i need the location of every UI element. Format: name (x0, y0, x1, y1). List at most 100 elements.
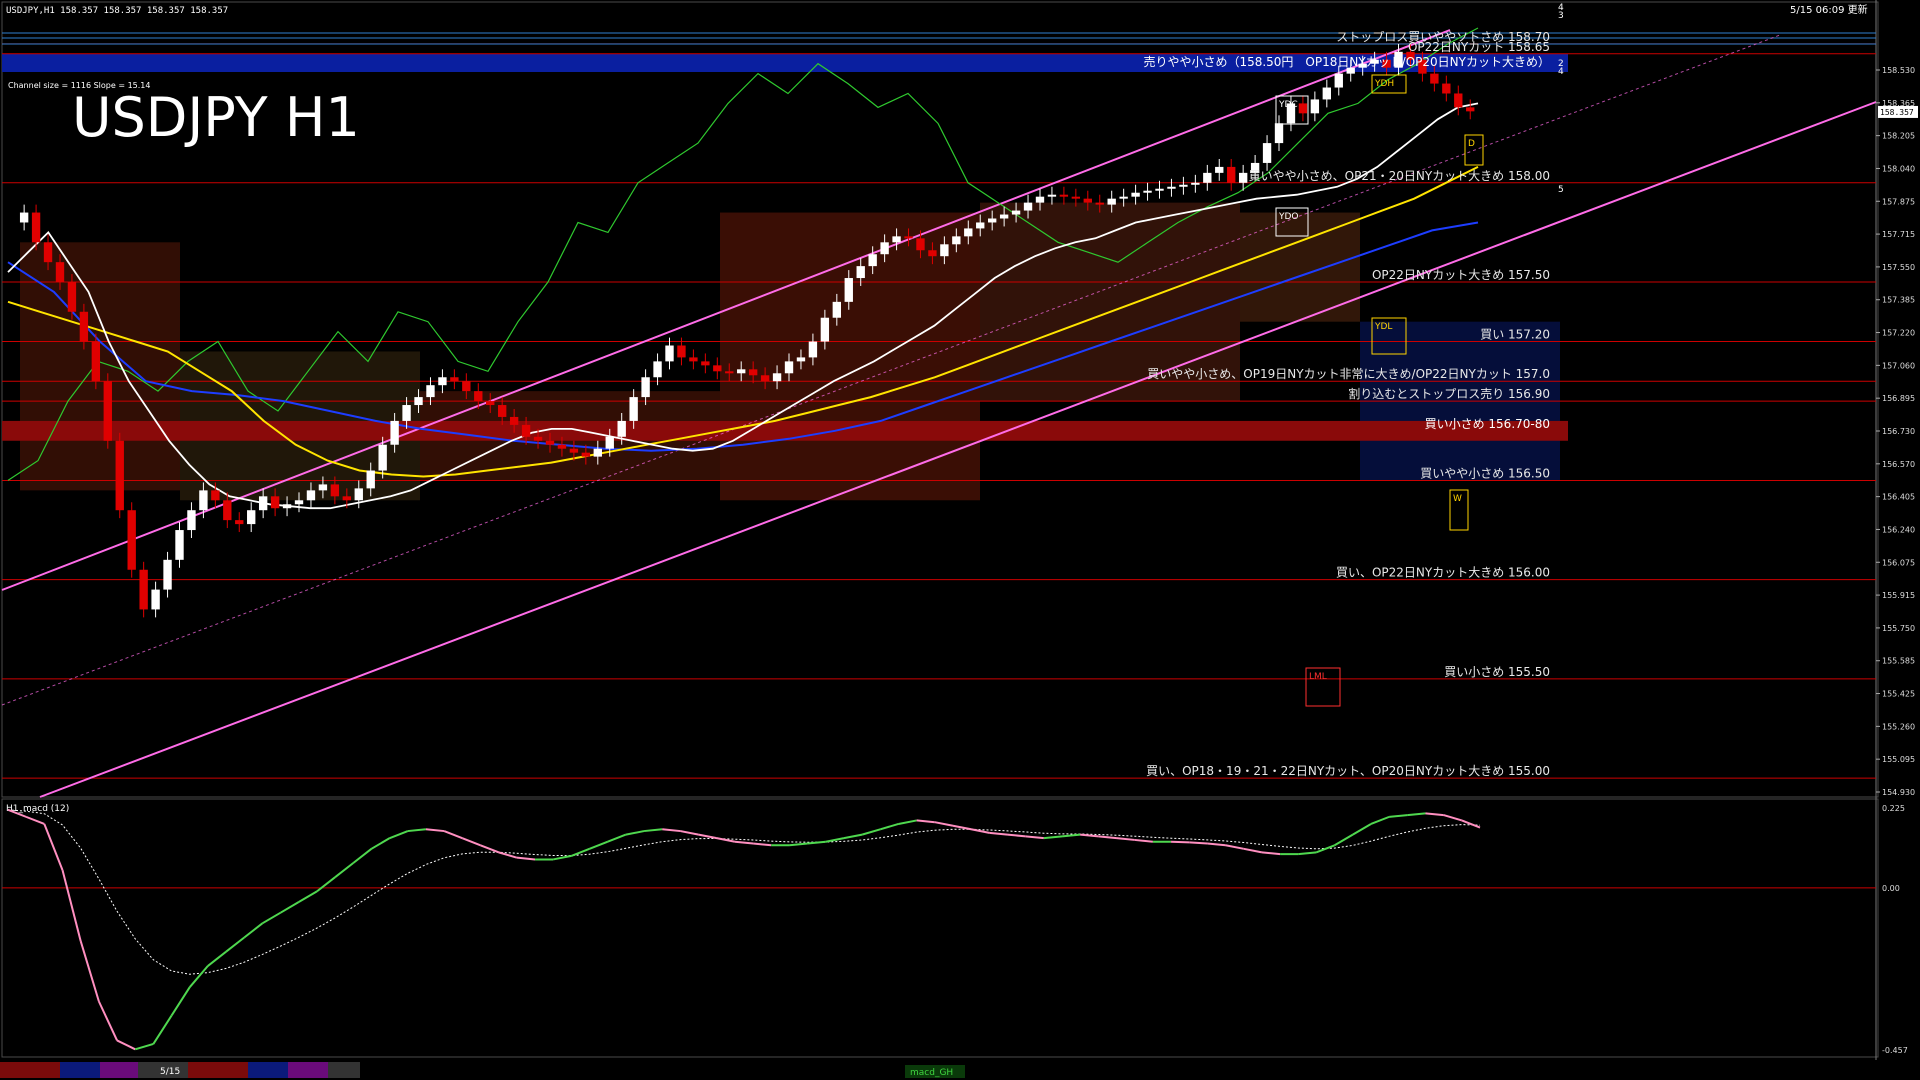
candle-body (139, 569, 148, 610)
candle-body (748, 369, 758, 376)
candle-body (976, 222, 985, 229)
candle-body (844, 278, 853, 302)
candle-body (402, 405, 411, 421)
candle-body (151, 589, 160, 610)
marker-label-ydl: YDL (1374, 322, 1392, 332)
level-label: OP22日NYカット 158.65 (1408, 40, 1550, 54)
candle-body (964, 228, 973, 237)
candle-body (486, 401, 495, 406)
candle-body (1167, 186, 1176, 189)
candle-body (1011, 210, 1021, 215)
level-label: 買いやや小さめ、OP21・20日NYカット大きめ 158.00 (1249, 169, 1550, 183)
candle-body (318, 484, 328, 491)
candle-body (916, 238, 925, 251)
candle-body (1119, 196, 1128, 199)
level-label: 買い小さめ 156.70-80 (1425, 417, 1550, 431)
macd-segment (1171, 840, 1190, 844)
level-label: OP22日NYカット大きめ 157.50 (1372, 268, 1550, 282)
candle-body (880, 242, 889, 255)
candle-body (856, 266, 865, 279)
indicator-tab[interactable]: macd_GH (910, 1068, 953, 1078)
channel-number: 3 (1558, 11, 1564, 21)
candle-body (390, 420, 399, 445)
candle-body (653, 361, 662, 378)
candle-body (689, 357, 698, 362)
candle-body (1262, 143, 1272, 163)
candle-body (784, 361, 794, 374)
candle-body (808, 341, 818, 358)
candle-body (605, 436, 614, 449)
candle-body (211, 490, 220, 501)
price-tick-label: 155.915 (1882, 591, 1915, 600)
price-tick-label: 156.730 (1882, 427, 1915, 436)
price-tick-label: 155.425 (1882, 690, 1915, 699)
candle-body (366, 470, 375, 489)
candle-body (1131, 192, 1140, 197)
candle-body (677, 345, 686, 358)
price-tick-label: 158.040 (1882, 164, 1915, 173)
candle-body (330, 484, 340, 497)
candle-body (701, 361, 710, 366)
candle-body (1095, 202, 1104, 205)
level-label: 買い、OP22日NYカット大きめ 156.00 (1336, 566, 1550, 580)
candle-body (1227, 166, 1236, 183)
candle-body (187, 510, 196, 531)
candle-body (31, 212, 41, 243)
price-tick-label: 157.550 (1882, 263, 1915, 272)
candle-body (378, 444, 387, 471)
candle-body (641, 377, 650, 398)
chart-canvas: YDCYDHYDOYDLDWLML ストップロス買いややソトさめ 158.70O… (0, 0, 1920, 1080)
candle-body (581, 452, 591, 457)
candle-body (665, 345, 674, 362)
marker-label-lml: LML (1309, 672, 1327, 682)
marker-label-ydo: YDO (1278, 212, 1299, 222)
level-label: 買い、OP18・19・21・22日NYカット、OP20日NYカット大きめ 155… (1146, 764, 1550, 778)
candle-body (19, 212, 29, 223)
candle-body (832, 301, 841, 318)
level-label: 売りやや小さめ（158.50円 OP18日NYカット/OP20日NYカット大きめ… (1143, 54, 1550, 69)
macd-tick-label: 0.225 (1882, 804, 1905, 813)
candle-body (474, 391, 483, 402)
candle-body (999, 214, 1009, 219)
candle-body (545, 440, 555, 445)
candle-body (737, 369, 746, 374)
candle-body (43, 242, 53, 263)
candle-body (557, 444, 567, 449)
price-tick-label: 156.570 (1882, 460, 1915, 469)
candle-body (450, 377, 459, 382)
candle-body (533, 436, 543, 441)
candle-body (235, 520, 244, 525)
cloud-segment (1240, 212, 1360, 322)
candle-body (940, 244, 949, 257)
price-tick-label: 157.875 (1882, 197, 1915, 206)
level-label: 買い 157.20 (1480, 328, 1550, 342)
level-label: 割り込むとストップロス売り 156.90 (1348, 386, 1550, 401)
marker-label-ydh: YDH (1374, 79, 1394, 89)
candle-body (1203, 172, 1212, 183)
candle-body (1191, 182, 1200, 185)
candle-body (270, 496, 280, 509)
price-tick-label: 157.715 (1882, 230, 1915, 239)
candle-body (1035, 196, 1045, 203)
candle-body (725, 371, 734, 374)
candle-body (988, 218, 997, 223)
candle-body (1430, 73, 1439, 84)
candle-body (163, 559, 172, 590)
candle-body (1047, 194, 1057, 197)
candle-body (1238, 172, 1248, 183)
candle-body (820, 317, 830, 342)
current-price-value: 158.357 (1880, 108, 1914, 117)
price-tick-label: 157.060 (1882, 361, 1915, 370)
candle-body (904, 236, 913, 239)
candle-body (892, 236, 901, 243)
candle-body (796, 357, 806, 362)
date-tab[interactable]: 5/15 (160, 1067, 180, 1077)
candle-body (509, 416, 519, 425)
macd-tick-label: -0.457 (1882, 1046, 1908, 1055)
price-tick-label: 158.530 (1882, 66, 1915, 75)
candle-body (1215, 166, 1224, 173)
candle-body (103, 381, 112, 441)
update-timestamp: 5/15 06:09 更新 (1790, 3, 1868, 16)
candle-body (713, 365, 722, 372)
price-tick-label: 155.585 (1882, 657, 1915, 666)
